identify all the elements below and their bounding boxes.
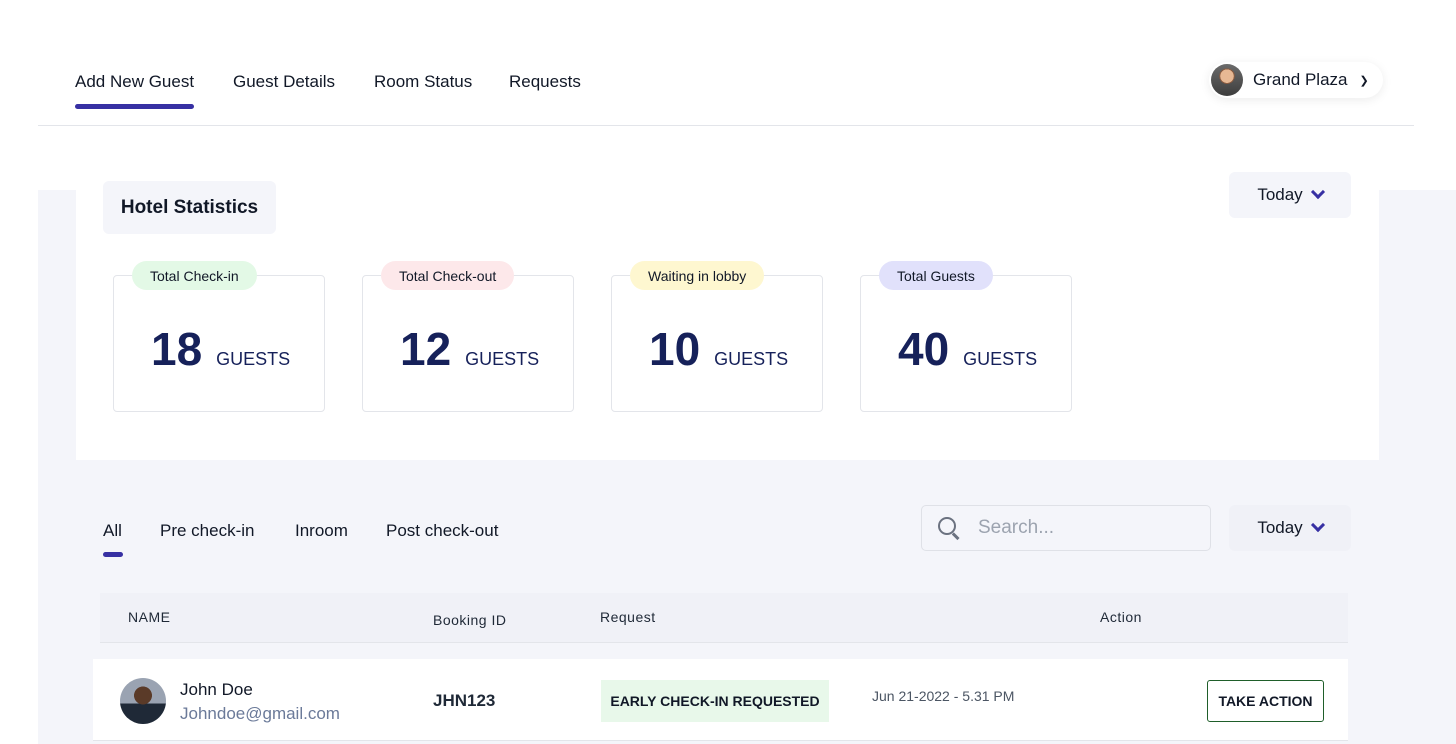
tab-requests[interactable]: Requests <box>509 72 581 92</box>
search-box <box>921 505 1211 551</box>
stats-period-dropdown[interactable]: Today <box>1229 172 1351 218</box>
stat-value: 40 <box>898 323 950 375</box>
tab-guest-details[interactable]: Guest Details <box>233 72 335 92</box>
stat-card-checkout: Total Check-out 12 GUESTS <box>362 261 574 412</box>
guest-name: John Doe <box>180 680 253 699</box>
booking-id: JHN123 <box>433 691 496 710</box>
top-navigation: Add New Guest Guest Details Room Status … <box>38 0 1414 126</box>
stat-value: 10 <box>649 323 701 375</box>
tab-add-new-guest[interactable]: Add New Guest <box>75 72 195 109</box>
stat-label: Total Check-in <box>132 261 257 290</box>
avatar <box>1211 64 1243 96</box>
stat-unit: GUESTS <box>465 349 540 369</box>
avatar <box>120 678 166 724</box>
stat-value: 12 <box>400 323 452 375</box>
chevron-down-icon <box>1310 184 1325 200</box>
tab-room-status[interactable]: Room Status <box>374 72 472 92</box>
panel-title: Hotel Statistics <box>103 181 276 234</box>
stat-value: 18 <box>151 323 203 375</box>
column-header-action: Action <box>1100 609 1142 625</box>
request-date: Jun 21-2022 - 5.31 PM <box>872 688 1015 704</box>
table-header: NAME Booking ID Request Action <box>100 593 1348 643</box>
filter-tab-post-check-out[interactable]: Post check-out <box>386 521 498 541</box>
filter-tab-inroom[interactable]: Inroom <box>295 521 348 541</box>
take-action-button[interactable]: TAKE ACTION <box>1207 680 1324 722</box>
filter-tab-pre-check-in[interactable]: Pre check-in <box>160 521 254 541</box>
stat-label: Total Check-out <box>381 261 515 290</box>
stat-unit: GUESTS <box>714 349 789 369</box>
stat-label: Waiting in lobby <box>630 261 765 290</box>
column-header-name[interactable]: NAME <box>128 609 170 625</box>
list-period-dropdown[interactable]: Today <box>1229 505 1351 551</box>
stat-unit: GUESTS <box>216 349 291 369</box>
stat-label: Total Guests <box>879 261 993 290</box>
column-header-booking-id[interactable]: Booking ID <box>433 612 506 628</box>
stat-unit: GUESTS <box>963 349 1038 369</box>
search-icon <box>938 517 960 539</box>
search-input[interactable] <box>978 517 1178 539</box>
table-row[interactable]: John Doe Johndoe@gmail.com JHN123 EARLY … <box>93 659 1348 741</box>
profile-menu[interactable]: Grand Plaza ❯ <box>1209 62 1383 98</box>
profile-name: Grand Plaza <box>1253 70 1348 89</box>
chevron-down-icon <box>1310 517 1325 533</box>
stat-card-total-guests: Total Guests 40 GUESTS <box>860 261 1072 412</box>
filter-tab-all[interactable]: All <box>103 521 123 557</box>
stat-card-waiting: Waiting in lobby 10 GUESTS <box>611 261 823 412</box>
column-header-request[interactable]: Request <box>600 609 656 625</box>
chevron-down-icon: ❯ <box>1359 74 1369 87</box>
period-label: Today <box>1257 185 1303 204</box>
period-label: Today <box>1257 518 1303 537</box>
request-badge: EARLY CHECK-IN REQUESTED <box>601 680 829 722</box>
guest-email: Johndoe@gmail.com <box>180 704 340 723</box>
stat-card-checkin: Total Check-in 18 GUESTS <box>113 261 325 412</box>
